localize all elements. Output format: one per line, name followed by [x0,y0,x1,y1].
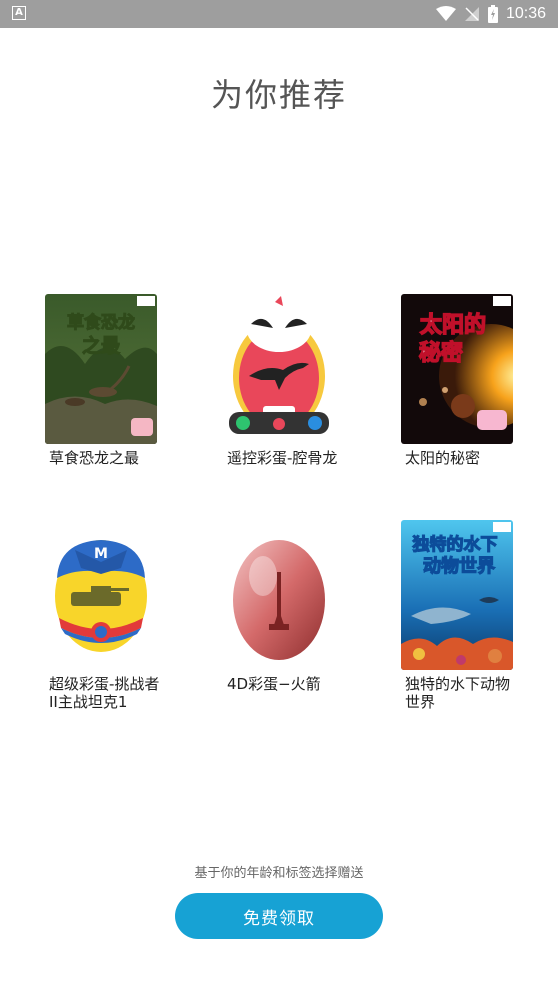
item-title: 太阳的秘密 [405,449,481,467]
item-title: 4D彩蛋−火箭 [227,675,321,693]
egg-toy-image: M [45,520,157,670]
status-bar: A 10:36 [0,0,558,28]
cover-title-line2: 之最 [82,334,121,357]
egg-toy-image [223,294,335,444]
gift-hint-text: 基于你的年龄和标签选择赠送 [194,866,364,881]
egg-toy-image [223,520,335,670]
book-cover: 太阳的 秘密 [401,294,513,444]
cover-title-line1: 草食恐龙 [67,312,135,333]
no-signal-icon [464,7,479,21]
status-time: 10:36 [505,5,546,22]
notification-app-icon: A [12,6,26,20]
svg-text:M: M [94,546,108,562]
page-title: 为你推荐 [210,76,347,114]
item-title: 超级彩蛋-挑战者II主战坦克1 [49,675,160,711]
cover-title-line2: 动物世界 [423,555,495,577]
cover-title-line1: 独特的水下 [413,534,498,555]
cover-title-line2: 秘密 [419,340,463,366]
cover-title-line1: 太阳的 [420,312,486,338]
book-cover: 独特的水下 动物世界 [401,520,513,670]
item-title: 遥控彩蛋-腔骨龙 [227,449,338,467]
item-title: 独特的水下动物世界 [405,675,511,711]
claim-free-button[interactable]: 免费领取 [175,893,383,939]
book-cover: 草食恐龙 之最 [45,294,157,444]
battery-icon [487,5,498,23]
wifi-icon [435,6,456,21]
item-title: 草食恐龙之最 [49,449,140,467]
